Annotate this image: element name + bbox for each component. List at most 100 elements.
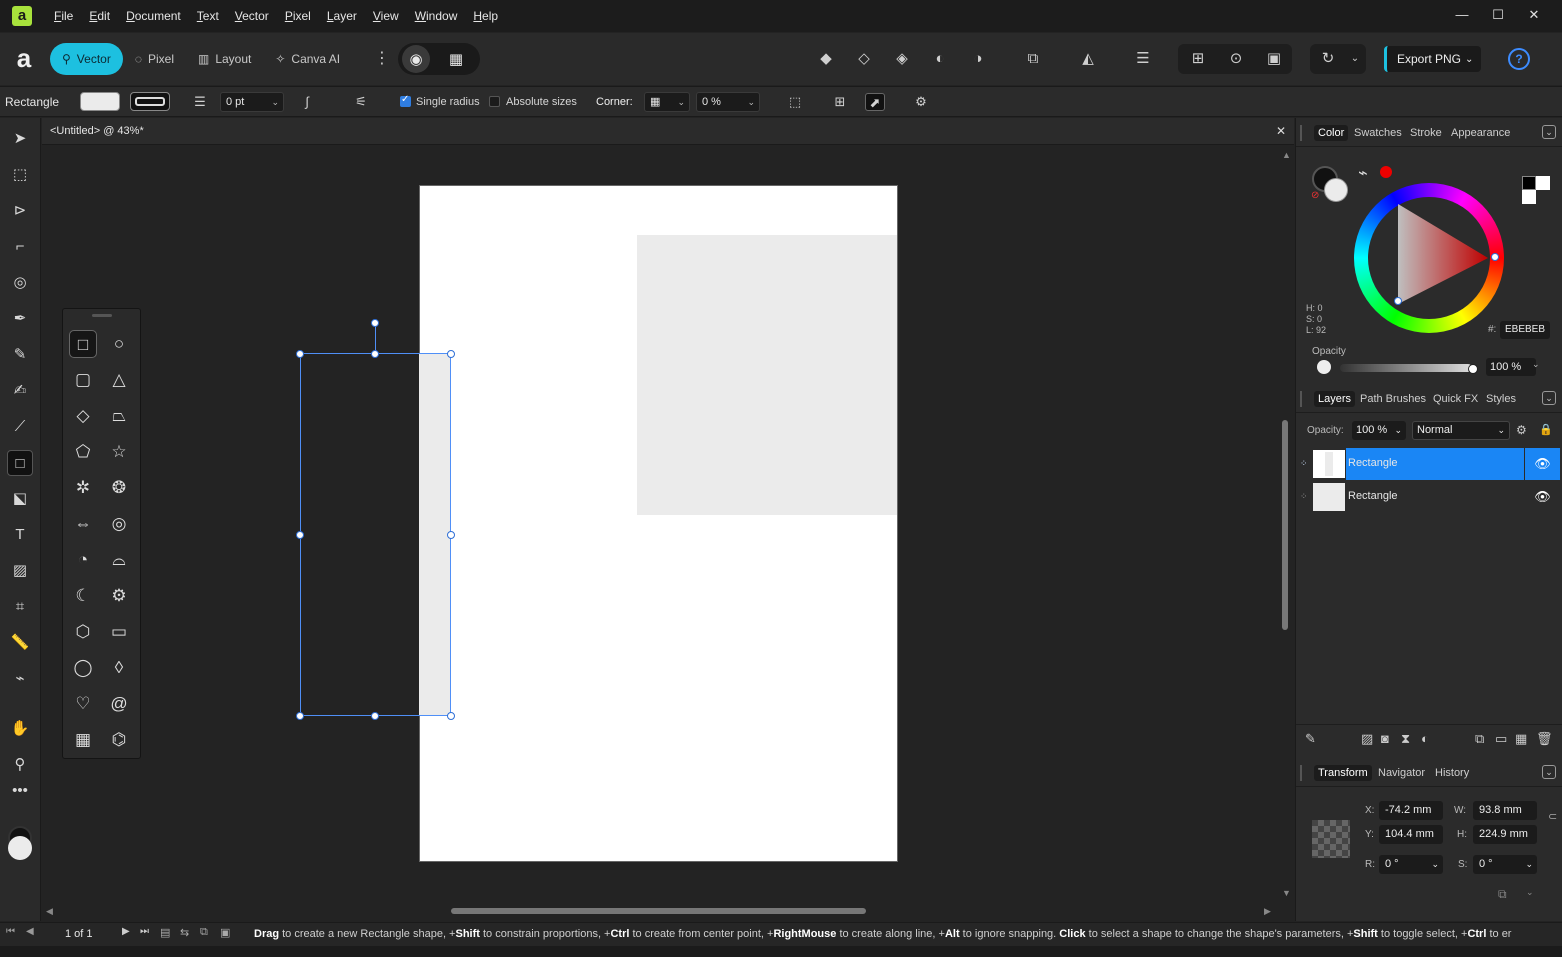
stroke-swatch[interactable] [130, 92, 170, 111]
hand-tool-icon[interactable]: ✋ [7, 716, 33, 742]
boolean-divide-icon[interactable]: ◑ [966, 48, 990, 70]
selection-mode-icon[interactable]: ⬈ [865, 93, 885, 111]
chevron-down-icon[interactable]: ⌄ [1343, 48, 1367, 70]
color-triangle[interactable] [1390, 200, 1500, 310]
fill-color-well[interactable] [1324, 178, 1348, 202]
gear-icon[interactable]: ⚙ [911, 93, 931, 111]
tab-swatches[interactable]: Swatches [1350, 125, 1406, 141]
square-star-shape-icon[interactable]: ❂ [105, 474, 133, 502]
boolean-subtract-icon[interactable]: ◇ [852, 48, 876, 70]
eye-icon[interactable]: 👁 [1525, 448, 1560, 480]
rotation-field[interactable]: 0 ° ⌄ [1379, 855, 1443, 874]
scroll-down-icon[interactable]: ▼ [1282, 888, 1291, 898]
pen-tool-icon[interactable]: ✒ [7, 306, 33, 332]
convert-to-curves-icon[interactable]: ⬚ [785, 93, 805, 111]
persona-pixel[interactable]: ◌ Pixel [123, 43, 186, 75]
donut-shape-icon[interactable]: ◎ [105, 510, 133, 538]
panel-grip[interactable] [1300, 125, 1302, 141]
hex-input[interactable]: EBEBEB [1500, 321, 1550, 339]
fill-tool-icon[interactable]: ⟋ [7, 414, 33, 440]
menu-help[interactable]: Help [465, 1, 506, 31]
tab-color[interactable]: Color [1314, 125, 1349, 141]
rotation-handle[interactable] [371, 319, 379, 327]
flyout-grip[interactable] [92, 314, 112, 317]
prev-page-icon[interactable]: ◀ [26, 926, 34, 937]
vector-crop-tool-icon[interactable]: ⬕ [7, 486, 33, 512]
heart-shape-icon[interactable]: ♡ [69, 690, 97, 718]
resize-handle-ne[interactable] [447, 350, 455, 358]
next-page-icon[interactable]: ▶ [122, 926, 130, 937]
tab-history[interactable]: History [1431, 765, 1473, 781]
vector-brush-tool-icon[interactable]: ✍ [7, 378, 33, 404]
artboard-tool-icon[interactable]: ⬚ [7, 162, 33, 188]
trapezoid-shape-icon[interactable]: ⏢ [105, 402, 133, 430]
layer-opacity-field[interactable]: 100 % ⌄ [1352, 421, 1406, 440]
fx-icon[interactable]: ▨ [1361, 731, 1373, 747]
qr-code-shape-icon[interactable]: ▦ [69, 726, 97, 754]
opacity-field[interactable]: 100 % [1486, 358, 1536, 376]
transform-options-icon[interactable]: ⧉ [1498, 887, 1507, 902]
boolean-intersect-icon[interactable]: ◈ [890, 48, 914, 70]
panel-grip[interactable] [1300, 765, 1302, 781]
pencil-tool-icon[interactable]: ✎ [7, 342, 33, 368]
snap-to-object-icon[interactable]: ⊙ [1224, 48, 1248, 70]
rectangle-shape[interactable] [637, 235, 897, 515]
menu-view[interactable]: View [365, 1, 407, 31]
star-shape-icon[interactable]: ☆ [105, 438, 133, 466]
resize-handle-nw[interactable] [296, 350, 304, 358]
gear-icon[interactable]: ⚙ [1516, 423, 1527, 437]
pressure-icon[interactable]: ∫ [297, 93, 317, 111]
copy-page-icon[interactable]: ⧉ [200, 926, 208, 939]
export-png-button[interactable]: Export PNG ⌄ [1384, 46, 1482, 72]
text-tool-icon[interactable]: T [7, 522, 33, 548]
white-swatch[interactable] [1536, 176, 1550, 190]
minimize-button[interactable]: — [1444, 0, 1480, 30]
fill-swatch[interactable] [80, 92, 120, 111]
add-pixel-layer-icon[interactable]: ⧉ [1475, 731, 1484, 747]
ellipse-shape-icon[interactable]: ○ [105, 330, 133, 358]
segment-shape-icon[interactable]: ⌓ [105, 546, 133, 574]
pie-shape-icon[interactable]: ◔ [69, 546, 97, 574]
chevron-down-icon[interactable]: ⌄ [1542, 765, 1556, 779]
help-icon[interactable]: ? [1508, 48, 1530, 70]
h-field[interactable]: 224.9 mm [1473, 825, 1537, 844]
callout-ellipse-shape-icon[interactable]: ◯ [69, 654, 97, 682]
eyedropper-icon[interactable]: ⌁ [1358, 163, 1368, 183]
rounded-rectangle-shape-icon[interactable]: ▢ [69, 366, 97, 394]
boolean-xor-icon[interactable]: ◐ [928, 48, 952, 70]
edit-layer-icon[interactable]: ✎ [1305, 731, 1316, 747]
cloud-shape-icon[interactable]: ⬡ [69, 618, 97, 646]
absolute-sizes-checkbox[interactable] [489, 96, 500, 107]
scroll-left-icon[interactable]: ◀ [46, 906, 53, 917]
checker-layer-icon[interactable]: ▦ [1515, 731, 1527, 747]
crescent-shape-icon[interactable]: ☾ [69, 582, 97, 610]
delete-page-icon[interactable]: ▣ [220, 926, 230, 939]
black-white-swatch[interactable] [1522, 176, 1550, 204]
tab-transform[interactable]: Transform [1314, 765, 1372, 781]
resize-handle-se[interactable] [447, 712, 455, 720]
snapping-magnet-icon[interactable]: ↻ [1316, 48, 1340, 70]
eye-icon[interactable]: 👁 [1525, 481, 1560, 513]
zoom-tool-icon[interactable]: ⚲ [7, 752, 33, 778]
mask-icon[interactable]: ◙ [1381, 731, 1389, 746]
persona-vector[interactable]: ⚲ Vector [50, 43, 123, 75]
menu-file[interactable]: File [46, 1, 81, 31]
node-tool-icon[interactable]: ⊳ [7, 198, 33, 224]
more-tools-icon[interactable]: ••• [7, 778, 33, 804]
tear-shape-icon[interactable]: ◊ [105, 654, 133, 682]
arrow-shape-icon[interactable]: ⇔ [69, 510, 97, 538]
stroke-settings-icon[interactable]: ⚟ [351, 93, 371, 111]
cat-shape-icon[interactable]: ⌬ [105, 726, 133, 754]
color-wells[interactable] [6, 824, 36, 868]
rectangle-tool-icon[interactable]: □ [7, 450, 33, 476]
color-swap-icon[interactable] [1380, 166, 1392, 178]
tab-navigator[interactable]: Navigator [1374, 765, 1429, 781]
single-radius-checkbox[interactable] [400, 94, 411, 107]
resize-handle-w[interactable] [296, 531, 304, 539]
polygon-shape-icon[interactable]: ⬠ [69, 438, 97, 466]
vertical-scroll-thumb[interactable] [1282, 420, 1288, 630]
menu-pixel[interactable]: Pixel [277, 1, 319, 31]
resize-handle-s[interactable] [371, 712, 379, 720]
layer-drag-icon[interactable]: ⁘ [1300, 491, 1308, 502]
layer-row[interactable]: ⁘ Rectangle 👁 [1296, 448, 1560, 480]
